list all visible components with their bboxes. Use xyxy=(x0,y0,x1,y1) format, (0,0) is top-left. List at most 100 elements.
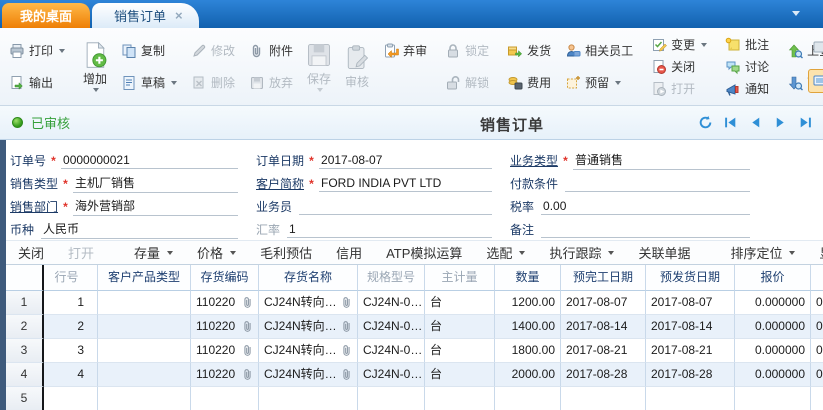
customer-abbr-label[interactable]: 客户简称 xyxy=(256,175,304,192)
cell-main-unit[interactable] xyxy=(425,387,495,410)
grid-tab-related-documents[interactable]: 关联单据 xyxy=(626,243,702,262)
clipped-button-bottom[interactable] xyxy=(808,69,823,93)
cell-customer-product-type[interactable] xyxy=(98,363,191,387)
cell-inventory-code[interactable]: 110220 xyxy=(191,363,259,387)
row-selector[interactable]: 1 xyxy=(6,291,44,315)
order-no-input[interactable]: 0000000021 xyxy=(61,153,238,169)
cell-tax-partial[interactable]: 0 xyxy=(811,291,823,315)
export-button[interactable]: 输出 xyxy=(7,73,67,92)
row-selector[interactable]: 5 xyxy=(6,387,44,410)
grid-tab-price[interactable]: 价格 xyxy=(185,243,248,262)
cell-inventory-code[interactable]: 110220 xyxy=(191,291,259,315)
cell-quantity[interactable]: 1200.00 xyxy=(495,291,561,315)
cell-customer-product-type[interactable] xyxy=(98,387,191,410)
tab-list-caret-icon[interactable] xyxy=(792,11,800,16)
last-record-icon[interactable] xyxy=(798,115,813,130)
business-type-input[interactable]: 普通销售 xyxy=(573,151,750,170)
collapsed-side-panel[interactable] xyxy=(0,140,6,410)
cell-quantity[interactable]: 2000.00 xyxy=(495,363,561,387)
ship-button[interactable]: 发货 xyxy=(505,41,553,60)
previous-record-icon[interactable] xyxy=(748,115,763,130)
grid-tab-optional-config[interactable]: 选配 xyxy=(474,243,537,262)
cell-main-unit[interactable]: 台 xyxy=(425,291,495,315)
cell-inventory-code[interactable]: 110220 xyxy=(191,315,259,339)
row-selector[interactable]: 4 xyxy=(6,363,44,387)
cell-inventory-name[interactable] xyxy=(259,387,358,410)
cell-customer-product-type[interactable] xyxy=(98,315,191,339)
remarks-input[interactable] xyxy=(541,222,750,238)
cell-quantity[interactable] xyxy=(495,387,561,410)
row-selector[interactable]: 2 xyxy=(6,315,44,339)
cell-main-unit[interactable]: 台 xyxy=(425,315,495,339)
cell-quote[interactable]: 0.000000 xyxy=(735,339,811,363)
annotate-button[interactable]: 批注 xyxy=(723,35,771,54)
sales-dept-input[interactable]: 海外营销部 xyxy=(73,197,238,216)
cell-line-no[interactable]: 1 xyxy=(44,291,98,315)
clipped-button-top[interactable] xyxy=(808,35,823,59)
order-date-input[interactable]: 2017-08-07 xyxy=(319,153,492,169)
cell-quantity[interactable]: 1400.00 xyxy=(495,315,561,339)
cell-quote[interactable]: 0.000000 xyxy=(735,315,811,339)
cell-line-no[interactable]: 2 xyxy=(44,315,98,339)
cell-main-unit[interactable]: 台 xyxy=(425,339,495,363)
attachment-button[interactable]: 附件 xyxy=(247,41,295,60)
cell-pre-ship-date[interactable]: 2017-08-07 xyxy=(646,291,735,315)
cell-pre-finish-date[interactable]: 2017-08-21 xyxy=(561,339,646,363)
cell-pre-finish-date[interactable]: 2017-08-07 xyxy=(561,291,646,315)
cell-inventory-code[interactable] xyxy=(191,387,259,410)
sales-type-input[interactable]: 主机厂销售 xyxy=(73,174,238,193)
tab-sales-order[interactable]: 销售订单 × xyxy=(92,3,199,28)
payment-terms-input[interactable] xyxy=(565,176,750,192)
first-record-icon[interactable] xyxy=(723,115,738,130)
grid-tab-stock[interactable]: 存量 xyxy=(122,243,185,262)
related-staff-button[interactable]: 相关员工 xyxy=(563,41,635,60)
fee-button[interactable]: 费用 xyxy=(505,73,553,92)
grid-tab-execution-tracking[interactable]: 执行跟踪 xyxy=(537,243,626,262)
cell-pre-finish-date[interactable] xyxy=(561,387,646,410)
cell-quote[interactable] xyxy=(735,387,811,410)
refresh-icon[interactable] xyxy=(698,115,713,130)
cell-inventory-name[interactable]: CJ24N转向… xyxy=(259,291,358,315)
cell-spec-model[interactable]: CJ24N-0… xyxy=(358,363,425,387)
change-button[interactable]: 变更 xyxy=(649,35,709,54)
grid-tab-credit[interactable]: 信用 xyxy=(324,243,374,262)
reserve-button[interactable]: 预留 xyxy=(563,73,635,92)
grid-tab-sort-locate[interactable]: 排序定位 xyxy=(718,243,807,262)
cell-line-no[interactable]: 4 xyxy=(44,363,98,387)
cell-line-no[interactable]: 3 xyxy=(44,339,98,363)
cell-tax-partial[interactable]: 0 xyxy=(811,363,823,387)
cell-pre-finish-date[interactable]: 2017-08-28 xyxy=(561,363,646,387)
print-button[interactable]: 打印 xyxy=(7,41,67,60)
customer-abbr-input[interactable]: FORD INDIA PVT LTD xyxy=(319,176,492,192)
cell-spec-model[interactable]: CJ24N-0… xyxy=(358,339,425,363)
exchange-rate-input[interactable]: 1 xyxy=(287,222,492,238)
next-record-icon[interactable] xyxy=(773,115,788,130)
cell-customer-product-type[interactable] xyxy=(98,291,191,315)
cell-spec-model[interactable]: CJ24N-0… xyxy=(358,315,425,339)
cell-pre-ship-date[interactable]: 2017-08-14 xyxy=(646,315,735,339)
cell-line-no[interactable] xyxy=(44,387,98,410)
cell-quantity[interactable]: 1800.00 xyxy=(495,339,561,363)
close-doc-button[interactable]: 关闭 xyxy=(649,57,709,76)
cell-inventory-name[interactable]: CJ24N转向… xyxy=(259,363,358,387)
add-button[interactable]: 增加 xyxy=(76,28,114,105)
cell-quote[interactable]: 0.000000 xyxy=(735,363,811,387)
currency-input[interactable]: 人民币 xyxy=(41,220,238,239)
discuss-button[interactable]: 讨论 xyxy=(723,57,771,76)
grid-tab-close[interactable]: 关闭 xyxy=(6,243,56,262)
cell-tax-partial[interactable]: 0 xyxy=(811,339,823,363)
cell-inventory-code[interactable]: 110220 xyxy=(191,339,259,363)
cell-pre-ship-date[interactable] xyxy=(646,387,735,410)
cell-pre-ship-date[interactable]: 2017-08-28 xyxy=(646,363,735,387)
cell-spec-model[interactable]: CJ24N-0… xyxy=(358,291,425,315)
row-selector[interactable]: 3 xyxy=(6,339,44,363)
tax-rate-input[interactable]: 0.00 xyxy=(541,199,750,215)
draft-button[interactable]: 草稿 xyxy=(119,73,179,92)
unaudit-button[interactable]: 弃审 xyxy=(381,41,429,60)
cell-customer-product-type[interactable] xyxy=(98,339,191,363)
cell-tax-partial[interactable] xyxy=(811,387,823,410)
cell-quote[interactable]: 0.000000 xyxy=(735,291,811,315)
grid-tab-gross-profit-estimate[interactable]: 毛利预估 xyxy=(248,243,324,262)
grid-tab-display-format[interactable]: 显示格式 xyxy=(807,243,823,262)
close-icon[interactable]: × xyxy=(175,9,183,22)
